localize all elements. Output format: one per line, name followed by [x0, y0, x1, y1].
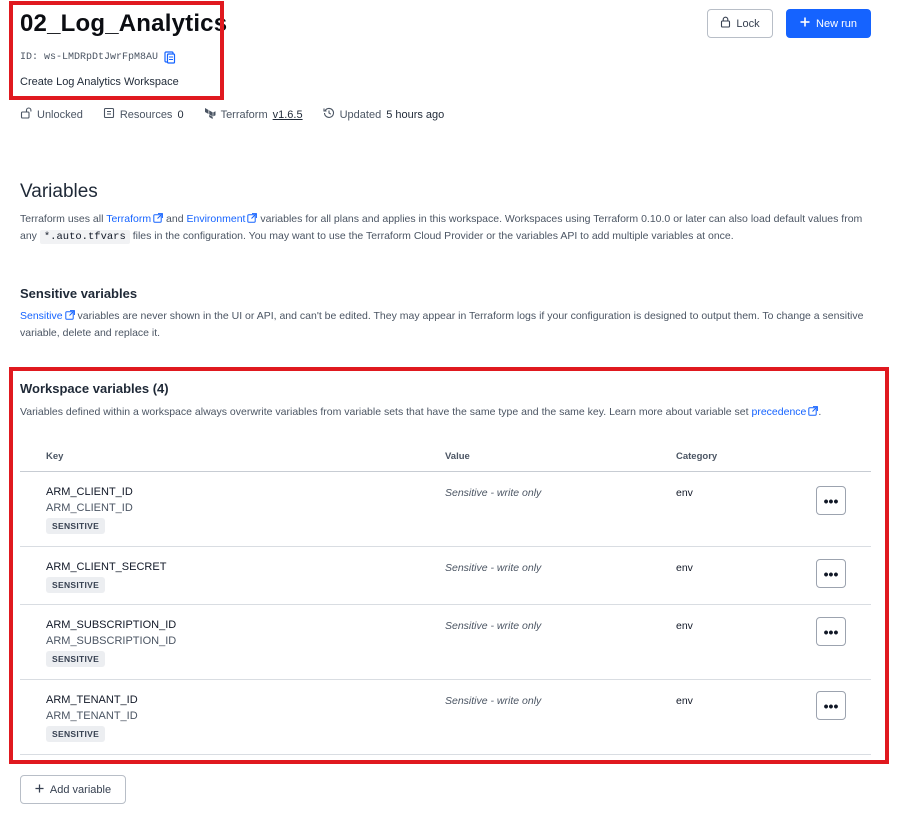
- variable-value: Sensitive - write only: [445, 562, 542, 574]
- terraform-version-link[interactable]: v1.6.5: [273, 109, 303, 121]
- resources-value: 0: [177, 108, 184, 121]
- more-actions-button[interactable]: •••: [816, 486, 846, 515]
- column-category[interactable]: Category: [676, 451, 717, 462]
- variable-key: ARM_CLIENT_SECRET: [46, 561, 167, 573]
- table-row: ARM_CLIENT_ID ARM_CLIENT_ID SENSITIVE Se…: [20, 472, 871, 547]
- table-row: ARM_CLIENT_SECRET SENSITIVE Sensitive - …: [20, 547, 871, 605]
- workspace-variables-text: Variables defined within a workspace alw…: [20, 406, 749, 418]
- variable-value: Sensitive - write only: [445, 620, 542, 632]
- lock-icon: [720, 16, 731, 31]
- history-icon: [323, 107, 335, 122]
- variables-table: Key Value Category ARM_CLIENT_ID ARM_CLI…: [20, 440, 871, 755]
- variable-value: Sensitive - write only: [445, 487, 542, 499]
- workspace-id-text: ID: ws-LMDRpDtJwrFpM8AU: [20, 52, 159, 63]
- lock-button[interactable]: Lock: [707, 9, 773, 38]
- workspace-id: ID: ws-LMDRpDtJwrFpM8AU: [20, 51, 176, 64]
- external-link-icon: [808, 406, 819, 416]
- sensitive-badge: SENSITIVE: [46, 651, 106, 667]
- terraform-label: Terraform: [220, 108, 268, 121]
- terraform-docs-link[interactable]: Terraform: [106, 213, 164, 225]
- resources-label: Resources: [119, 108, 173, 121]
- terraform-icon: [204, 107, 216, 122]
- variable-key-cell: ARM_CLIENT_SECRET SENSITIVE: [46, 561, 166, 593]
- sensitive-badge: SENSITIVE: [46, 726, 106, 742]
- more-icon: •••: [823, 565, 839, 582]
- updated-value: 5 hours ago: [386, 108, 445, 121]
- table-row: ARM_TENANT_ID ARM_TENANT_ID SENSITIVE Se…: [20, 680, 871, 755]
- more-actions-button[interactable]: •••: [816, 691, 846, 720]
- column-key[interactable]: Key: [46, 451, 63, 462]
- updated-time: Updated 5 hours ago: [323, 107, 445, 122]
- variable-key-cell: ARM_TENANT_ID ARM_TENANT_ID SENSITIVE: [46, 694, 138, 742]
- terraform-docs-link-label: Terraform: [106, 213, 152, 225]
- variables-heading: Variables: [20, 181, 98, 202]
- copy-icon[interactable]: [164, 51, 176, 64]
- workspace-description: Create Log Analytics Workspace: [20, 76, 179, 88]
- plus-icon: [35, 783, 44, 796]
- variables-description: Terraform uses all Terraform and Environ…: [20, 211, 880, 246]
- variable-category: env: [676, 695, 693, 707]
- updated-label: Updated: [339, 108, 382, 121]
- workspace-variables-description: Variables defined within a workspace alw…: [20, 404, 880, 420]
- sensitive-heading: Sensitive variables: [20, 286, 138, 301]
- external-link-icon: [64, 310, 75, 320]
- variable-key: ARM_CLIENT_ID: [46, 486, 133, 498]
- external-link-icon: [247, 213, 258, 223]
- variable-category: env: [676, 487, 693, 499]
- variables-text-3: files in the configuration. You may want…: [132, 230, 734, 242]
- variable-key: ARM_SUBSCRIPTION_ID: [46, 619, 177, 631]
- environment-docs-link[interactable]: Environment: [187, 213, 258, 225]
- variable-key-cell: ARM_CLIENT_ID ARM_CLIENT_ID SENSITIVE: [46, 486, 133, 534]
- sensitive-description: Sensitive variables are never shown in t…: [20, 308, 880, 342]
- add-variable-button[interactable]: Add variable: [20, 775, 126, 804]
- resources-count[interactable]: Resources 0: [103, 107, 184, 122]
- unlock-icon: [20, 107, 32, 122]
- lock-status: Unlocked: [20, 107, 83, 122]
- variable-description: ARM_TENANT_ID: [46, 710, 138, 722]
- sensitive-badge: SENSITIVE: [46, 577, 106, 593]
- variable-description: ARM_CLIENT_ID: [46, 502, 133, 514]
- sensitive-text: variables are never shown in the UI or A…: [20, 310, 864, 339]
- variable-key: ARM_TENANT_ID: [46, 694, 138, 706]
- more-icon: •••: [823, 623, 839, 640]
- workspace-title: 02_Log_Analytics: [20, 10, 228, 37]
- add-variable-label: Add variable: [49, 783, 112, 796]
- variables-and: and: [166, 213, 184, 225]
- sensitive-badge: SENSITIVE: [46, 518, 106, 534]
- terraform-version: Terraform v1.6.5: [204, 107, 303, 122]
- lock-button-label: Lock: [736, 17, 760, 30]
- precedence-link[interactable]: precedence: [752, 406, 819, 418]
- variables-text-1: Terraform uses all: [20, 213, 104, 225]
- table-header: Key Value Category: [20, 440, 871, 472]
- sensitive-docs-link[interactable]: Sensitive: [20, 310, 75, 322]
- tfvars-code: *.auto.tfvars: [39, 230, 130, 244]
- variable-category: env: [676, 620, 693, 632]
- new-run-label: New run: [816, 17, 857, 30]
- workspace-meta: Unlocked Resources 0 Terraform v1.6.5 Up…: [20, 107, 444, 122]
- table-row: ARM_SUBSCRIPTION_ID ARM_SUBSCRIPTION_ID …: [20, 605, 871, 680]
- lock-status-text: Unlocked: [37, 108, 83, 121]
- workspace-variables-heading: Workspace variables (4): [20, 381, 169, 396]
- variable-value: Sensitive - write only: [445, 695, 542, 707]
- sensitive-docs-link-label: Sensitive: [20, 310, 63, 322]
- precedence-link-label: precedence: [751, 406, 807, 418]
- variable-key-cell: ARM_SUBSCRIPTION_ID ARM_SUBSCRIPTION_ID …: [46, 619, 176, 667]
- variable-description: ARM_SUBSCRIPTION_ID: [46, 635, 177, 647]
- new-run-button[interactable]: New run: [786, 9, 871, 38]
- precedence-period: .: [818, 406, 822, 418]
- plus-icon: [800, 17, 810, 30]
- more-actions-button[interactable]: •••: [816, 617, 846, 646]
- variable-category: env: [676, 562, 693, 574]
- more-icon: •••: [823, 492, 839, 509]
- external-link-icon: [153, 213, 164, 223]
- column-value[interactable]: Value: [445, 451, 470, 462]
- resources-icon: [103, 107, 115, 122]
- environment-docs-link-label: Environment: [186, 213, 246, 225]
- more-actions-button[interactable]: •••: [816, 559, 846, 588]
- more-icon: •••: [823, 697, 839, 714]
